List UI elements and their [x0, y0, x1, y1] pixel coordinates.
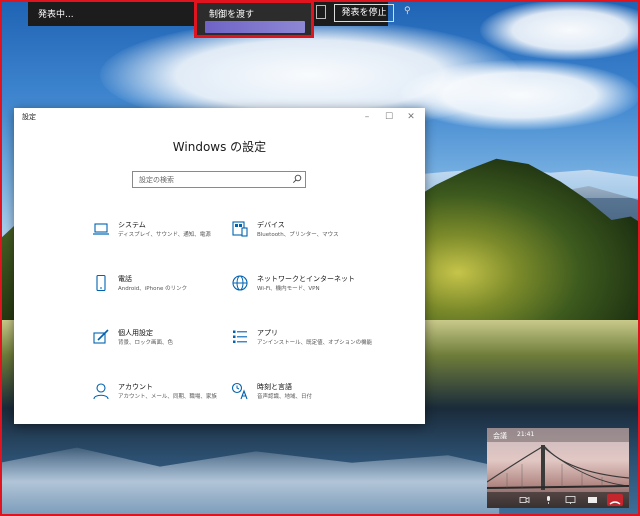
share-screen-icon[interactable] — [565, 495, 576, 505]
toolbar-side-button[interactable] — [316, 5, 326, 19]
tile-title: ネットワークとインターネット — [257, 275, 355, 283]
settings-tile-system[interactable]: システム ディスプレイ、サウンド、通知、電源 — [92, 220, 242, 260]
globe-icon — [232, 275, 248, 291]
window-title: 設定 — [22, 113, 36, 121]
personalization-icon — [93, 329, 109, 344]
wallpaper-cloud — [400, 60, 640, 130]
settings-tile-personalization[interactable]: 個人用設定 背景、ロック画面、色 — [92, 328, 242, 368]
page-title: Windows の設定 — [172, 140, 267, 154]
tile-description: 背景、ロック画面、色 — [118, 340, 174, 346]
meeting-controls — [487, 492, 629, 508]
more-options-icon[interactable] — [587, 495, 598, 505]
minimize-icon[interactable]: – — [356, 110, 378, 124]
tile-title: デバイス — [257, 221, 285, 229]
settings-tile-apps[interactable]: アプリ アンインストール、既定値、オプションの機能 — [231, 328, 381, 368]
pin-icon[interactable]: ⚲ — [404, 6, 411, 16]
search-placeholder: 設定の検索 — [139, 176, 174, 184]
maximize-icon[interactable]: ☐ — [378, 110, 400, 124]
settings-tile-phone[interactable]: 電話 Android、iPhone のリンク — [92, 274, 242, 314]
close-icon[interactable]: ✕ — [400, 110, 422, 124]
apps-icon — [233, 330, 247, 343]
tile-title: アカウント — [118, 383, 153, 391]
tile-title: 電話 — [118, 275, 132, 283]
tile-title: システム — [118, 221, 146, 229]
tile-description: Bluetooth、プリンター、マウス — [257, 232, 339, 238]
tile-description: アカウント、メール、同期、職場、家族 — [118, 394, 217, 400]
devices-icon — [232, 221, 248, 237]
tile-description: Wi-Fi、機内モード、VPN — [257, 286, 320, 292]
control-participant-option[interactable] — [205, 21, 305, 33]
phone-hangup-icon — [609, 501, 621, 505]
meeting-header: 会議 21:41 — [487, 428, 629, 442]
settings-window: 設定 – ☐ ✕ Windows の設定 設定の検索 システム ディスプレイ、サ… — [14, 108, 425, 424]
meeting-elapsed-time: 21:41 — [517, 431, 535, 438]
tile-description: アンインストール、既定値、オプションの機能 — [257, 340, 373, 346]
settings-tile-time-language[interactable]: 時刻と言語 音声認識、地域、日付 — [231, 382, 381, 422]
meeting-mini-window[interactable]: 会議 21:41 — [487, 428, 629, 508]
search-icon[interactable] — [292, 174, 302, 184]
settings-tile-devices[interactable]: デバイス Bluetooth、プリンター、マウス — [231, 220, 381, 260]
presenting-status: 発表中... — [38, 10, 74, 20]
account-icon — [93, 383, 109, 400]
settings-tile-network[interactable]: ネットワークとインターネット Wi-Fi、機内モード、VPN — [231, 274, 381, 314]
tile-title: アプリ — [257, 329, 278, 337]
meeting-video-bridge — [487, 445, 629, 490]
tile-description: Android、iPhone のリンク — [118, 286, 188, 292]
tile-description: ディスプレイ、サウンド、通知、電源 — [118, 232, 211, 238]
settings-search-input[interactable]: 設定の検索 — [132, 171, 306, 188]
time-language-icon — [231, 382, 248, 400]
tile-description: 音声認識、地域、日付 — [257, 394, 313, 400]
give-control-dropdown[interactable]: 制御を渡す — [194, 0, 314, 38]
camera-icon[interactable] — [519, 495, 530, 505]
hang-up-button[interactable] — [607, 494, 623, 506]
microphone-icon[interactable] — [543, 495, 554, 505]
give-control-label: 制御を渡す — [209, 10, 255, 20]
stop-presenting-button[interactable]: 発表を停止 — [334, 4, 394, 22]
meeting-title: 会議 — [493, 432, 507, 440]
tile-title: 個人用設定 — [118, 329, 153, 337]
presenter-toolbar: 発表中... 制御を渡す 発表を停止 ⚲ — [28, 0, 411, 38]
phone-icon — [96, 274, 106, 292]
laptop-icon — [93, 223, 109, 235]
settings-tile-accounts[interactable]: アカウント アカウント、メール、同期、職場、家族 — [92, 382, 242, 422]
tile-title: 時刻と言語 — [257, 383, 292, 391]
settings-titlebar[interactable]: 設定 – ☐ ✕ — [14, 108, 425, 126]
